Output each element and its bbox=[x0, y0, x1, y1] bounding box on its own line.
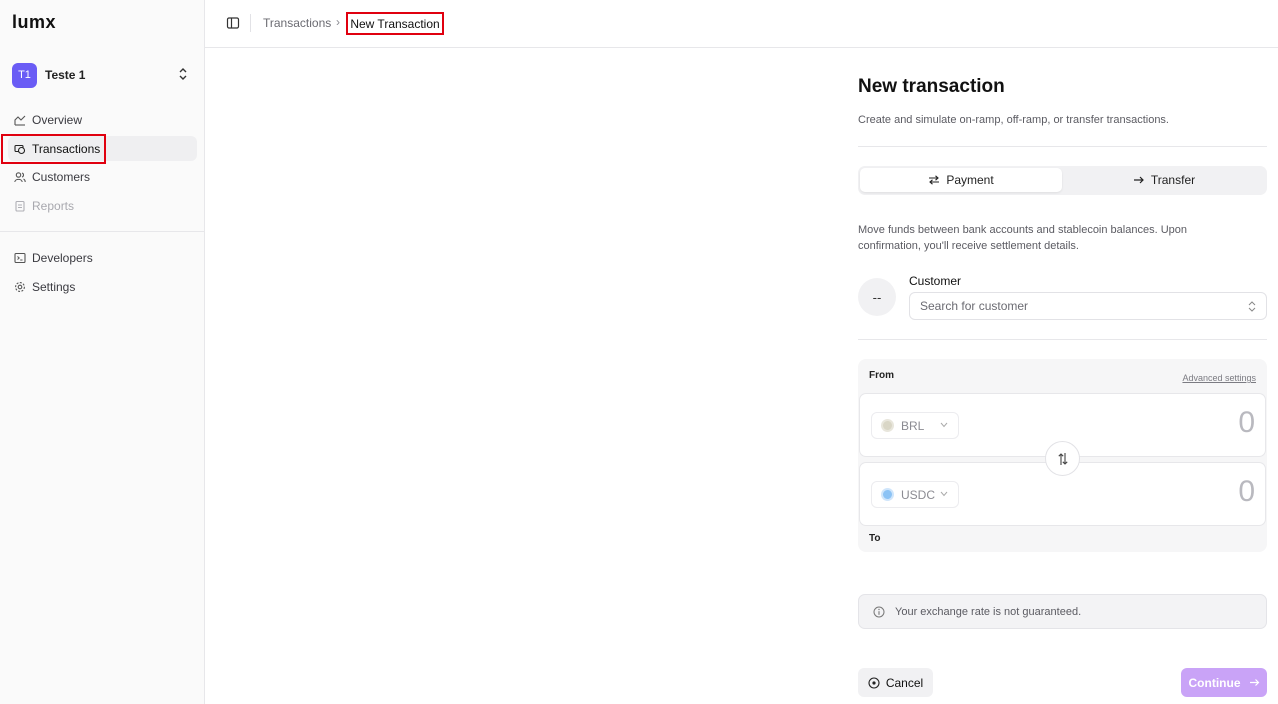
from-currency-select[interactable]: BRL bbox=[871, 412, 959, 439]
sidebar-item-developers[interactable]: Developers bbox=[8, 245, 197, 270]
sidebar: lumx T1 Teste 1 Overview Transactions Cu… bbox=[0, 0, 205, 704]
customer-label: Customer bbox=[909, 274, 962, 288]
sidebar-item-overview[interactable]: Overview bbox=[8, 107, 197, 132]
continue-label: Continue bbox=[1188, 675, 1241, 690]
to-label: To bbox=[869, 533, 881, 544]
sidebar-item-label: Reports bbox=[32, 198, 75, 213]
cancel-button[interactable]: Cancel bbox=[858, 668, 933, 697]
customers-icon bbox=[14, 171, 26, 183]
swap-vertical-icon bbox=[1057, 452, 1068, 465]
breadcrumb-transactions[interactable]: Transactions bbox=[263, 16, 331, 30]
sidebar-item-label: Customers bbox=[32, 169, 91, 184]
info-icon bbox=[873, 606, 885, 617]
chevron-right-icon: › bbox=[336, 15, 340, 29]
section-divider bbox=[858, 146, 1267, 147]
terminal-icon bbox=[14, 252, 26, 264]
workspace-avatar: T1 bbox=[12, 62, 37, 88]
to-currency-label: USDC bbox=[901, 487, 936, 502]
top-bar: Transactions › New Transaction bbox=[205, 0, 1278, 48]
to-currency-select[interactable]: USDC bbox=[871, 481, 959, 508]
chevron-up-down-icon bbox=[179, 68, 187, 80]
workspace-switcher[interactable]: T1 Teste 1 bbox=[12, 62, 192, 88]
from-amount-input[interactable]: 0 bbox=[1238, 406, 1255, 440]
tab-payment[interactable]: Payment bbox=[860, 168, 1062, 192]
swap-currencies-button[interactable] bbox=[1045, 441, 1080, 476]
sidebar-item-reports[interactable]: Reports bbox=[8, 193, 197, 218]
from-currency-label: BRL bbox=[901, 418, 925, 433]
transactions-highlight-box bbox=[1, 134, 106, 164]
app-logo[interactable]: lumx bbox=[12, 12, 56, 33]
sidebar-item-label: Settings bbox=[32, 279, 76, 294]
exchange-rate-notice: Your exchange rate is not guaranteed. bbox=[858, 594, 1267, 629]
page-subtitle: Create and simulate on-ramp, off-ramp, o… bbox=[858, 114, 1169, 126]
cancel-label: Cancel bbox=[885, 675, 924, 690]
customer-search-select[interactable]: Search for customer bbox=[909, 292, 1267, 320]
sidebar-divider bbox=[0, 231, 205, 232]
sidebar-toggle-icon[interactable] bbox=[226, 16, 240, 30]
customer-search-placeholder: Search for customer bbox=[920, 299, 1029, 313]
toolbar-separator bbox=[250, 14, 251, 32]
advanced-settings-link[interactable]: Advanced settings bbox=[1182, 373, 1256, 383]
sidebar-item-settings[interactable]: Settings bbox=[8, 274, 197, 299]
overview-icon bbox=[14, 114, 26, 126]
page-title: New transaction bbox=[858, 76, 1005, 97]
to-amount-input[interactable]: 0 bbox=[1238, 475, 1255, 509]
sidebar-item-customers[interactable]: Customers bbox=[8, 164, 197, 189]
brl-coin-icon bbox=[881, 419, 894, 432]
usdc-coin-icon bbox=[881, 488, 894, 501]
tab-transfer[interactable]: Transfer bbox=[1063, 168, 1265, 192]
tab-label: Payment bbox=[946, 173, 994, 187]
chevron-down-icon bbox=[940, 422, 948, 428]
from-label: From bbox=[869, 370, 894, 381]
cancel-circle-icon bbox=[868, 676, 880, 689]
arrow-right-icon bbox=[1133, 176, 1144, 184]
notice-text: Your exchange rate is not guaranteed. bbox=[895, 605, 1082, 618]
payment-description: Move funds between bank accounts and sta… bbox=[858, 224, 1187, 252]
swap-arrows-icon bbox=[929, 175, 940, 185]
continue-button[interactable]: Continue bbox=[1181, 668, 1267, 697]
reports-icon bbox=[14, 200, 26, 212]
tab-label: Transfer bbox=[1150, 173, 1196, 187]
breadcrumb-current: New Transaction bbox=[346, 12, 444, 35]
customer-avatar: -- bbox=[858, 278, 896, 316]
section-divider bbox=[858, 339, 1267, 340]
chevron-down-icon bbox=[940, 491, 948, 497]
gear-icon bbox=[14, 281, 26, 293]
sidebar-item-label: Overview bbox=[32, 112, 83, 127]
chevron-up-down-icon bbox=[1248, 301, 1256, 312]
transaction-type-tabs: Payment Transfer bbox=[858, 166, 1267, 195]
sidebar-item-label: Developers bbox=[32, 250, 93, 265]
workspace-name: Teste 1 bbox=[45, 68, 86, 82]
arrow-right-icon bbox=[1249, 679, 1259, 686]
